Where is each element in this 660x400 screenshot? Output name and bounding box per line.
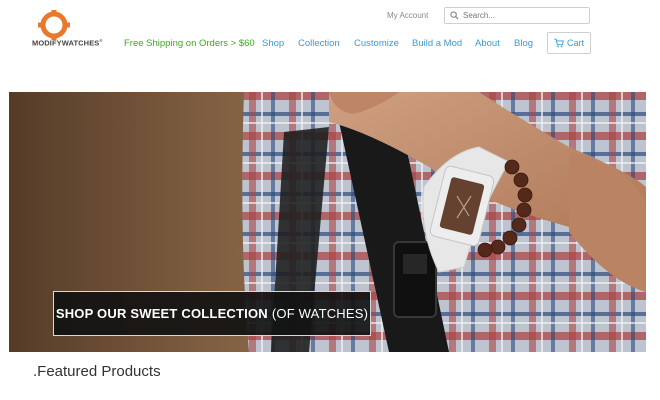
nav-customize[interactable]: Customize	[354, 38, 399, 49]
logo-mark-icon	[38, 10, 70, 40]
free-shipping-promo: Free Shipping on Orders > $60	[124, 38, 255, 49]
brand-logo[interactable]: MODIFYWATCHES®	[32, 8, 116, 52]
logo-text: MODIFYWATCHES®	[32, 38, 103, 48]
search-input[interactable]	[463, 11, 583, 20]
nav-collection[interactable]: Collection	[298, 38, 340, 49]
nav-blog[interactable]: Blog	[514, 38, 533, 49]
search-box[interactable]	[444, 7, 590, 24]
featured-products-heading: .Featured Products	[33, 363, 161, 380]
cta-bold-text: SHOP OUR SWEET COLLECTION	[55, 306, 268, 321]
nav-shop[interactable]: Shop	[262, 38, 284, 49]
cart-button[interactable]: Cart	[547, 32, 591, 54]
hero-banner[interactable]: SHOP OUR SWEET COLLECTION (OF WATCHES)	[9, 92, 646, 352]
cta-rest-text: (OF WATCHES)	[271, 306, 369, 321]
cart-label: Cart	[566, 38, 584, 48]
search-icon	[450, 11, 459, 20]
nav-about[interactable]: About	[475, 38, 500, 49]
nav-build-a-mod[interactable]: Build a Mod	[412, 38, 462, 49]
shop-collection-button[interactable]: SHOP OUR SWEET COLLECTION (OF WATCHES)	[53, 291, 371, 336]
my-account-link[interactable]: My Account	[387, 11, 428, 20]
cart-icon	[554, 38, 564, 48]
